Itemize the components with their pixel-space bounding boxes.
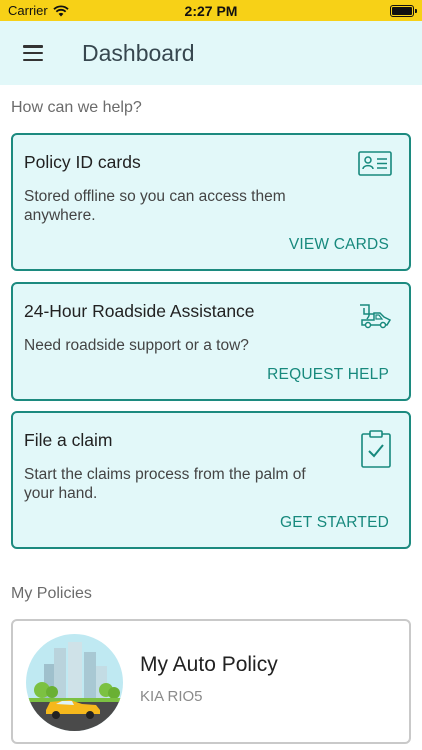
get-started-button[interactable]: GET STARTED <box>280 514 389 532</box>
card-title: Policy ID cards <box>24 152 141 172</box>
status-time: 2:27 PM <box>184 2 238 19</box>
roadside-assistance-card[interactable]: 24-Hour Roadside Assistance Need roadsid… <box>11 282 411 401</box>
status-left: Carrier <box>8 3 69 18</box>
city-car-illustration <box>26 634 123 731</box>
file-claim-card[interactable]: File a claim Start the claims process fr… <box>11 411 411 549</box>
battery-icon <box>390 4 417 17</box>
card-description: Start the claims process from the palm o… <box>24 466 306 502</box>
card-title: 24-Hour Roadside Assistance <box>24 301 255 321</box>
page-title: Dashboard <box>82 39 195 66</box>
hamburger-menu-icon[interactable] <box>23 45 43 61</box>
request-help-button[interactable]: REQUEST HELP <box>267 366 389 384</box>
policy-vehicle: KIA RIO5 <box>140 688 203 705</box>
card-description: Need roadside support or a tow? <box>24 337 249 354</box>
policies-section-label: My Policies <box>11 585 92 602</box>
app-bar: Dashboard <box>0 21 422 85</box>
carrier-label: Carrier <box>8 3 48 18</box>
id-card-icon <box>358 151 392 176</box>
policy-name: My Auto Policy <box>140 653 278 676</box>
clipboard-check-icon <box>361 430 391 468</box>
status-bar: Carrier 2:27 PM <box>0 0 422 21</box>
wifi-icon <box>53 4 69 16</box>
help-section-label: How can we help? <box>11 99 142 116</box>
view-cards-button[interactable]: VIEW CARDS <box>289 236 389 254</box>
card-title: File a claim <box>24 430 113 450</box>
card-description: Stored offline so you can access them an… <box>24 188 286 224</box>
auto-policy-card[interactable]: My Auto Policy KIA RIO5 <box>11 619 411 744</box>
tow-truck-icon <box>360 304 392 329</box>
policy-id-cards-card[interactable]: Policy ID cards Stored offline so you ca… <box>11 133 411 271</box>
